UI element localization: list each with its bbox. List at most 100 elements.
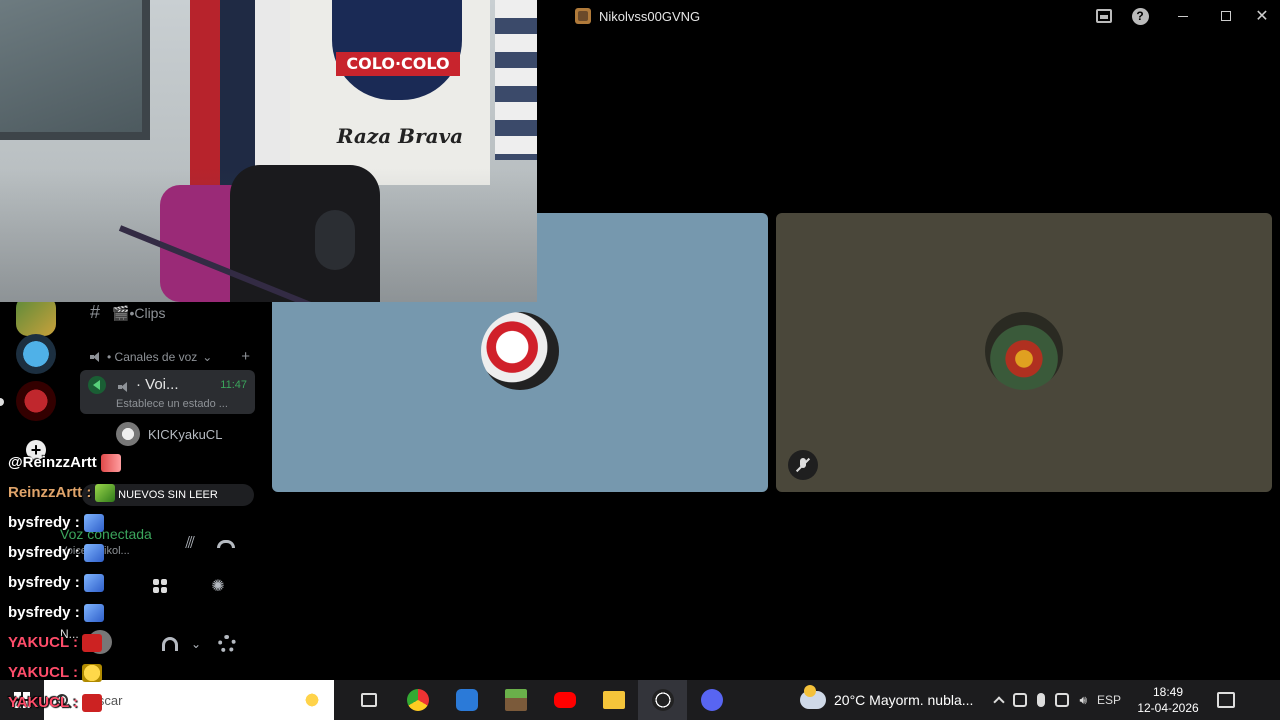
emote-icon	[83, 604, 104, 623]
chat-username: bysfredy :	[8, 604, 80, 621]
chevron-down-icon: ⌄	[202, 349, 213, 364]
window-title: Nikolvss00GVNG	[599, 8, 701, 24]
webcam-stickers	[495, 0, 537, 160]
clock-date: 12-04-2026	[1137, 701, 1199, 715]
close-icon: ✕	[1255, 8, 1269, 25]
server-pill	[0, 398, 4, 406]
emote-icon	[83, 544, 104, 563]
maximize-icon	[1221, 11, 1231, 21]
emote-icon	[95, 484, 116, 503]
app-icon	[575, 8, 591, 24]
chat-username: @ReinzzArtt	[8, 454, 97, 471]
server-icon[interactable]	[16, 296, 56, 336]
video-tile-2[interactable]	[776, 213, 1272, 492]
minecraft-button[interactable]	[491, 680, 540, 720]
chat-message: @ReinzzArtt	[8, 454, 121, 473]
weather-widget[interactable]: 20°C Mayorm. nubla...	[800, 685, 974, 709]
clock-time: 18:49	[1153, 685, 1184, 699]
chat-message: YAKUCL :	[8, 664, 103, 683]
folder-icon	[602, 691, 625, 709]
voice-timer: 11:47	[220, 379, 247, 391]
channel-label: 🎬•Clips	[112, 305, 166, 321]
system-tray: 🔊︎ ESP	[993, 693, 1121, 708]
banner-text: Raza Brava	[336, 124, 464, 148]
file-explorer-button[interactable]	[589, 680, 638, 720]
participant-avatar	[985, 312, 1063, 390]
chat-username: YAKUCL :	[8, 634, 79, 651]
chevron-up-icon[interactable]	[993, 696, 1006, 708]
chat-message: YAKUCL :	[8, 634, 103, 653]
voice-channel-name: · Voi...	[136, 376, 179, 393]
store-button[interactable]	[442, 680, 491, 720]
notifications-icon[interactable]	[1217, 692, 1236, 708]
mic-muted-icon	[796, 458, 810, 472]
network-icon[interactable]	[1055, 693, 1070, 707]
participant-avatar	[481, 312, 559, 390]
discord-button[interactable]	[687, 680, 736, 720]
voice-category-label: • Canales de voz	[107, 349, 198, 364]
webcam-microphone	[315, 210, 355, 270]
taskbar-apps	[344, 680, 736, 720]
store-icon	[455, 689, 478, 711]
chat-message: bysfredy :	[8, 574, 104, 593]
task-view-button[interactable]	[344, 680, 393, 720]
close-button[interactable]: ✕	[1244, 0, 1280, 32]
server-icon[interactable]	[16, 334, 56, 374]
emote-icon	[82, 664, 103, 683]
badge-text: COLO·COLO	[336, 52, 460, 76]
server-icon[interactable]	[16, 381, 56, 421]
chat-message: YAKUCL :	[8, 694, 103, 713]
microphone-icon[interactable]	[1037, 693, 1046, 707]
volume-icon[interactable]: 🔊︎	[1079, 693, 1087, 708]
titlebar-controls: ? ✕	[1086, 0, 1280, 32]
minimize-icon	[1178, 15, 1188, 17]
youtube-button[interactable]	[540, 680, 589, 720]
chat-username: bysfredy :	[8, 574, 80, 591]
emote-icon	[82, 634, 103, 653]
obs-button[interactable]	[638, 680, 687, 720]
chat-username: YAKUCL :	[8, 694, 79, 711]
chrome-button[interactable]	[393, 680, 442, 720]
help-button[interactable]: ?	[1122, 0, 1158, 32]
inbox-icon	[1096, 9, 1112, 23]
webcam-overlay: COLO·COLO Raza Brava	[0, 0, 537, 302]
add-channel-button[interactable]: +	[241, 348, 250, 365]
speaker-icon	[118, 382, 130, 392]
chat-username: bysfredy :	[8, 544, 80, 561]
stream-chat-overlay: @ReinzzArtt ReinzzArtt : bysfredy : bysfred…	[0, 430, 340, 720]
partly-cloudy-icon	[800, 685, 826, 709]
voice-category[interactable]: • Canales de voz ⌄ +	[90, 348, 250, 365]
language-indicator[interactable]: ESP	[1097, 693, 1121, 707]
muted-indicator	[788, 450, 818, 480]
active-voice-channel[interactable]: · Voi... 11:47 Establece un estado ...	[80, 370, 255, 414]
discord-icon	[700, 689, 723, 711]
hash-icon: #	[90, 302, 101, 322]
chat-username: ReinzzArtt :	[8, 484, 92, 501]
window-titlebar: Nikolvss00GVNG ? ✕	[537, 0, 1280, 32]
clock[interactable]: 18:49 12-04-2026	[1133, 684, 1203, 716]
help-icon: ?	[1131, 7, 1149, 25]
youtube-icon	[553, 692, 576, 708]
status-text[interactable]: Establece un estado ...	[116, 398, 228, 410]
chat-message: bysfredy :	[8, 544, 104, 563]
speaker-icon	[90, 351, 102, 362]
emote-icon	[100, 454, 121, 473]
chat-message: bysfredy :	[8, 514, 104, 533]
chat-username: bysfredy :	[8, 514, 80, 531]
inbox-button[interactable]	[1086, 0, 1122, 32]
obs-icon	[651, 689, 674, 711]
chat-message: bysfredy :	[8, 604, 104, 623]
chat-username: YAKUCL :	[8, 664, 79, 681]
maximize-button[interactable]	[1208, 0, 1244, 32]
device-icon[interactable]	[1013, 693, 1028, 707]
task-view-icon	[360, 693, 377, 707]
weather-text: 20°C Mayorm. nubla...	[834, 692, 974, 708]
minimize-button[interactable]	[1158, 0, 1208, 32]
channel-clips[interactable]: # 🎬•Clips	[90, 302, 165, 323]
emote-icon	[83, 574, 104, 593]
chrome-icon	[406, 689, 429, 711]
screen: COLO·COLO Raza Brava Nikolvss00GVNG ? ✕	[0, 0, 1280, 720]
chat-message: ReinzzArtt :	[8, 484, 116, 503]
voice-active-icon	[88, 376, 106, 394]
emote-icon	[82, 694, 103, 713]
